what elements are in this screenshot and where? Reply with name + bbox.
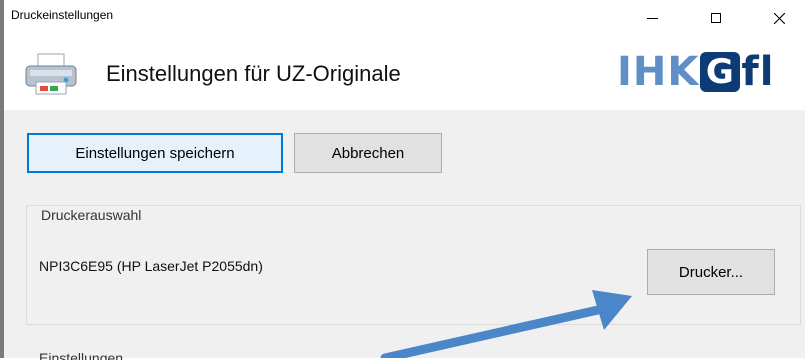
ihk-gfi-logo: IHK Gfl [617,49,775,95]
window-title: Druckeinstellungen [11,8,114,22]
close-button[interactable] [756,4,802,32]
choose-printer-button[interactable]: Drucker... [647,249,775,295]
minimize-button[interactable] [629,4,675,32]
logo-text-part: IHK [617,49,700,95]
cancel-button[interactable]: Abbrechen [294,133,442,173]
logo-text-part: fl [741,49,775,95]
maximize-icon [711,13,721,23]
close-icon [773,12,785,24]
dialog-content: Einstellungen speichern Abbrechen Drucke… [4,110,805,360]
selected-printer-name: NPI3C6E95 (HP LaserJet P2055dn) [39,258,263,274]
settings-section-label: Einstellungen [39,350,124,360]
printer-selection-label: Druckerauswahl [39,207,144,223]
printer-icon [25,53,77,95]
dialog-header: Einstellungen für UZ-Originale IHK Gfl [4,36,805,110]
logo-g-mark: G [700,52,741,92]
dialog-title: Einstellungen für UZ-Originale [106,61,401,86]
save-settings-button[interactable]: Einstellungen speichern [27,133,283,173]
title-bar: Druckeinstellungen [4,0,805,36]
minimize-icon [646,17,658,19]
maximize-button[interactable] [693,4,739,32]
